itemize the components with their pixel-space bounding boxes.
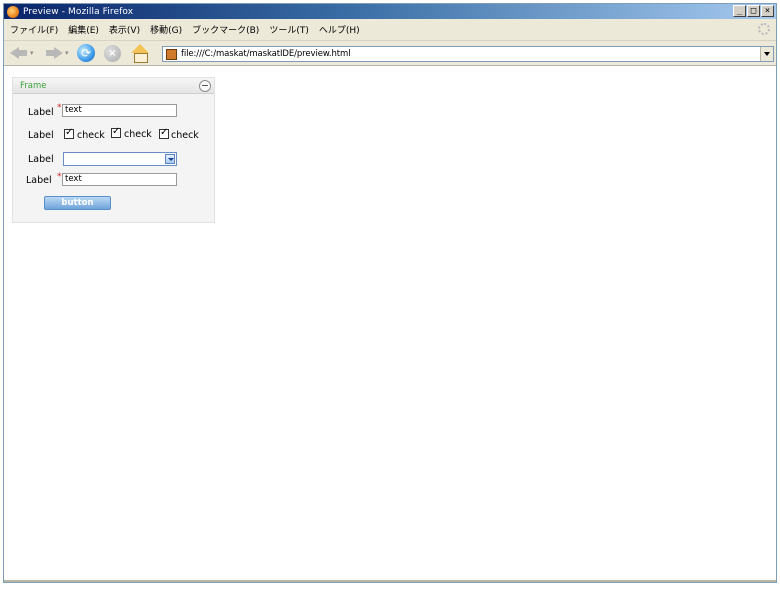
row2-label: Label bbox=[28, 130, 54, 141]
menu-edit[interactable]: 編集(E) bbox=[63, 23, 104, 36]
close-button[interactable]: × bbox=[761, 5, 774, 17]
frame-title: Frame bbox=[20, 80, 47, 91]
browser-window: Preview - Mozilla Firefox _ □ × ファイル(F) … bbox=[3, 3, 777, 583]
menu-go[interactable]: 移動(G) bbox=[145, 23, 187, 36]
menu-view[interactable]: 表示(V) bbox=[104, 23, 145, 36]
row4-label: Label bbox=[26, 175, 52, 186]
page-content: Frame Label * text Label check check che… bbox=[4, 67, 776, 582]
back-dropdown-icon[interactable]: ▾ bbox=[30, 49, 35, 57]
menu-help[interactable]: ヘルプ(H) bbox=[314, 23, 365, 36]
stop-icon[interactable]: × bbox=[104, 44, 121, 62]
checkbox-1[interactable] bbox=[64, 127, 74, 139]
menu-bookmarks[interactable]: ブックマーク(B) bbox=[187, 23, 264, 36]
throbber-icon bbox=[758, 23, 770, 35]
window-controls: _ □ × bbox=[733, 5, 774, 17]
checkbox-1-label: check bbox=[77, 130, 105, 141]
back-icon[interactable] bbox=[10, 46, 28, 60]
select-dropdown-icon[interactable] bbox=[165, 154, 175, 164]
reload-icon[interactable]: ⟳ bbox=[77, 44, 95, 62]
navigation-toolbar: ▾ ▾ ⟳ × file:///C:/maskat/maskatIDE/prev… bbox=[4, 41, 776, 66]
url-dropdown-button[interactable] bbox=[760, 47, 773, 61]
row4-required-mark: * bbox=[57, 172, 62, 182]
window-title: Preview - Mozilla Firefox bbox=[23, 6, 134, 17]
checkbox-2-label: check bbox=[124, 129, 152, 140]
maximize-button[interactable]: □ bbox=[747, 5, 760, 17]
minimize-button[interactable]: _ bbox=[733, 5, 746, 17]
submit-button[interactable]: button bbox=[44, 196, 111, 210]
title-bar[interactable]: Preview - Mozilla Firefox _ □ × bbox=[4, 4, 776, 19]
row1-text-field[interactable]: text bbox=[62, 104, 177, 117]
url-text[interactable]: file:///C:/maskat/maskatIDE/preview.html bbox=[181, 49, 351, 59]
window-bottom-border bbox=[4, 580, 776, 582]
site-favicon-icon bbox=[166, 48, 177, 60]
row4-text-field[interactable]: text bbox=[62, 173, 177, 186]
menu-tools[interactable]: ツール(T) bbox=[264, 23, 314, 36]
row3-select[interactable] bbox=[63, 152, 177, 166]
home-icon[interactable] bbox=[130, 44, 150, 63]
collapse-icon[interactable] bbox=[199, 80, 211, 92]
checkbox-3-label: check bbox=[171, 130, 199, 141]
forward-dropdown-icon[interactable]: ▾ bbox=[65, 49, 70, 57]
forward-icon[interactable] bbox=[45, 46, 63, 60]
checkbox-2[interactable] bbox=[111, 126, 121, 138]
row1-required-mark: * bbox=[57, 103, 62, 113]
row1-label: Label bbox=[28, 107, 54, 118]
menu-file[interactable]: ファイル(F) bbox=[4, 23, 63, 36]
row3-label: Label bbox=[28, 154, 54, 165]
menu-bar: ファイル(F) 編集(E) 表示(V) 移動(G) ブックマーク(B) ツール(… bbox=[4, 19, 776, 41]
firefox-icon bbox=[7, 5, 19, 18]
frame-panel: Frame Label * text Label check check che… bbox=[12, 77, 215, 223]
url-bar[interactable]: file:///C:/maskat/maskatIDE/preview.html bbox=[162, 46, 774, 62]
checkbox-3[interactable] bbox=[159, 127, 169, 139]
frame-header: Frame bbox=[13, 78, 214, 94]
